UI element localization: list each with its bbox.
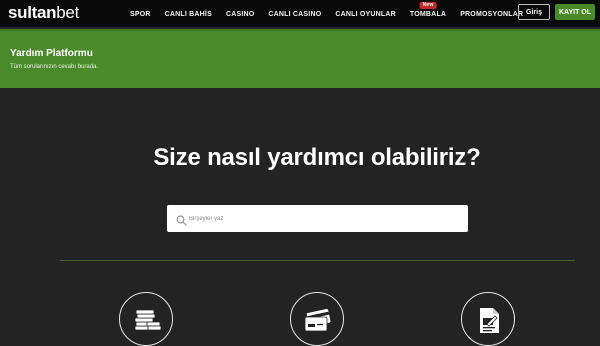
new-badge: New bbox=[419, 1, 437, 9]
nav-item-canli-bahis[interactable]: CANLI BAHİS bbox=[165, 11, 212, 18]
search-input[interactable] bbox=[189, 210, 459, 227]
nav-item-label: CANLI CASINO bbox=[268, 10, 322, 18]
document-icon bbox=[480, 308, 499, 333]
brand-logo[interactable]: sultanbet bbox=[8, 3, 79, 23]
nav-item-label: TOMBALA bbox=[409, 10, 447, 18]
category-payments[interactable] bbox=[290, 292, 344, 346]
search-icon bbox=[176, 213, 187, 226]
nav-item-label: CASINO bbox=[225, 10, 255, 18]
nav-item-tombala[interactable]: New TOMBALA bbox=[409, 1, 447, 18]
nav-item-spor[interactable]: SPOR bbox=[130, 11, 151, 18]
logo-main-text: sultan bbox=[8, 3, 57, 22]
nav-item-label: SPOR bbox=[130, 10, 151, 18]
signup-button[interactable]: KAYIT OL bbox=[555, 4, 595, 20]
stacked-coins-icon bbox=[134, 309, 162, 331]
login-button[interactable]: Giriş bbox=[518, 4, 550, 20]
nav-item-casino[interactable]: CASINO bbox=[226, 11, 254, 18]
nav-item-canli-oyunlar[interactable]: CANLI OYUNLAR bbox=[335, 11, 396, 18]
category-finance[interactable] bbox=[119, 292, 173, 346]
top-navigation-bar: sultanbet SPOR CANLI BAHİS CASINO CANLI … bbox=[0, 0, 600, 28]
search-box[interactable] bbox=[167, 205, 468, 232]
help-platform-banner: Yardım Platformu Tüm sorularınızın cevab… bbox=[0, 29, 600, 88]
main-nav: SPOR CANLI BAHİS CASINO CANLI CASINO CAN… bbox=[130, 0, 537, 28]
banner-title: Yardım Platformu bbox=[10, 48, 93, 59]
category-documents[interactable] bbox=[461, 292, 515, 346]
nav-item-label: PROMOSYONLAR bbox=[460, 10, 524, 18]
nav-item-canli-casino[interactable]: CANLI CASINO bbox=[268, 11, 321, 18]
nav-item-promosyonlar[interactable]: PROMOSYONLAR bbox=[460, 11, 523, 18]
section-divider bbox=[60, 260, 575, 261]
help-heading: Size nasıl yardımcı olabiliriz? bbox=[153, 144, 481, 171]
logo-accent-text: bet bbox=[56, 3, 79, 22]
credit-card-icon bbox=[304, 308, 331, 332]
banner-subtitle: Tüm sorularınızın cevabı burada. bbox=[10, 64, 99, 70]
nav-item-label: CANLI OYUNLAR bbox=[335, 10, 396, 18]
nav-item-label: CANLI BAHİS bbox=[164, 10, 212, 18]
